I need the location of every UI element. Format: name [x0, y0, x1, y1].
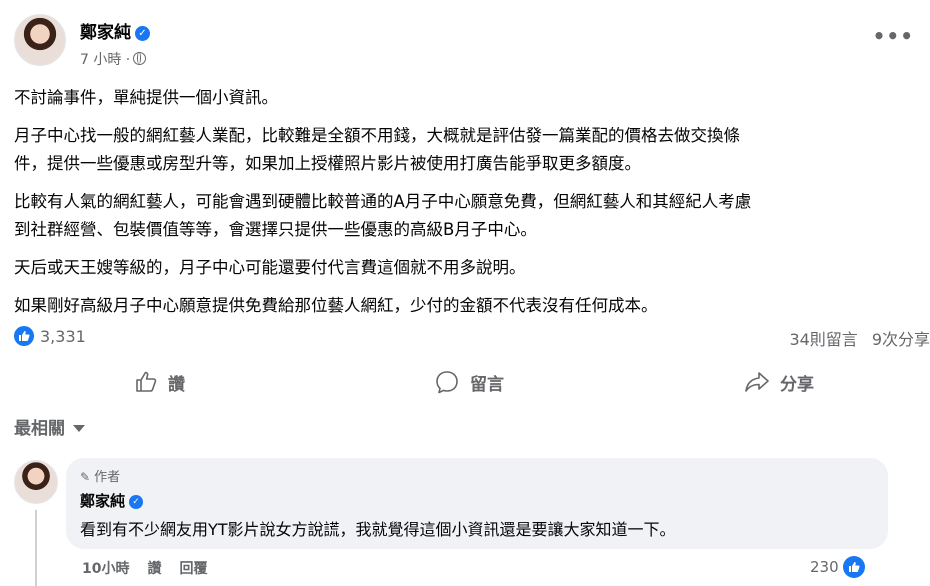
- pencil-icon: ✎: [80, 470, 91, 484]
- post-line: 月子中心找一般的網紅藝人業配，比較難是全額不用錢，大概就是評估發一篇業配的價格去…: [14, 126, 740, 145]
- like-button[interactable]: 讚: [134, 362, 185, 402]
- post-line: 比較有人氣的網紅藝人，可能會遇到硬體比較普通的A月子中心願意免費，但網紅藝人和其…: [14, 192, 752, 211]
- post-line: 天后或天王嫂等級的，月子中心可能還要付代言費這個就不用多說明。: [14, 258, 526, 277]
- share-icon: [745, 372, 769, 392]
- post-meta: 7 小時 ·: [80, 49, 147, 69]
- comment-reactions[interactable]: 230: [810, 556, 865, 578]
- author-tag: ✎ 作者: [80, 466, 874, 485]
- post-line: 件，提供一些優惠或房型升等，如果加上授權照片影片被使用打廣告能爭取更多額度。: [14, 154, 641, 173]
- author-name-text[interactable]: 鄭家純: [80, 23, 131, 43]
- like-icon[interactable]: [14, 326, 34, 346]
- post-header: 鄭家純 ✓ 7 小時 · •••: [14, 14, 914, 74]
- comment-button-label: 留言: [470, 374, 504, 395]
- thread-line: [35, 510, 37, 586]
- reactions-summary: 3,331 34則留言 9次分享: [14, 326, 930, 352]
- commenter-name-text[interactable]: 鄭家純: [80, 492, 125, 510]
- verified-badge-icon: ✓: [135, 26, 150, 41]
- post-line: 不討論事件，單純提供一個小資訊。: [14, 88, 278, 107]
- post-paragraph: 月子中心找一般的網紅藝人業配，比較難是全額不用錢，大概就是評估發一篇業配的價格去…: [14, 122, 929, 178]
- post-body: 不討論事件，單純提供一個小資訊。 月子中心找一般的網紅藝人業配，比較難是全額不用…: [14, 84, 929, 330]
- comment-text: 看到有不少網友用YT影片說女方說謊，我就覺得這個小資訊還是要讓大家知道一下。: [80, 520, 676, 539]
- thumbs-up-icon: [136, 371, 157, 392]
- author-tag-label: 作者: [94, 470, 121, 485]
- share-count[interactable]: 9次分享: [872, 330, 930, 349]
- author-name[interactable]: 鄭家純 ✓: [80, 18, 150, 43]
- post-paragraph: 比較有人氣的網紅藝人，可能會遇到硬體比較普通的A月子中心願意免費，但網紅藝人和其…: [14, 188, 929, 244]
- more-dots-icon[interactable]: •••: [873, 24, 914, 48]
- like-icon: [842, 556, 865, 578]
- comment-item: ✎ 作者 鄭家純 ✓ 看到有不少網友用YT影片說女方說謊，我就覺得這個小資訊還是要讓…: [14, 458, 914, 586]
- post-paragraph: 如果剛好高級月子中心願意提供免費給那位藝人網紅，少付的金額不代表沒有任何成本。: [14, 292, 929, 320]
- share-button[interactable]: 分享: [744, 362, 814, 402]
- verified-badge-icon: ✓: [129, 495, 144, 509]
- share-button-label: 分享: [780, 374, 814, 395]
- comment-count[interactable]: 34則留言: [789, 330, 857, 349]
- action-bar: 讚 留言 分享: [14, 362, 914, 402]
- author-avatar[interactable]: [14, 14, 66, 66]
- comment-bubble: ✎ 作者 鄭家純 ✓ 看到有不少網友用YT影片說女方說謊，我就覺得這個小資訊還是要讓…: [66, 458, 888, 549]
- comment-like-count: 230: [810, 558, 839, 576]
- comment-like-button[interactable]: 讚: [147, 561, 161, 577]
- post-line: 如果剛好高級月子中心願意提供免費給那位藝人網紅，少付的金額不代表沒有任何成本。: [14, 296, 658, 315]
- post-time[interactable]: 7 小時 ·: [80, 52, 130, 68]
- comment-button[interactable]: 留言: [434, 362, 504, 402]
- post-line: 到社群經營、包裝價值等等，會選擇只提供一些優惠的高級B月子中心。: [14, 220, 537, 239]
- sort-label: 最相關: [14, 419, 65, 439]
- like-button-label: 讚: [168, 374, 185, 395]
- engagement-counts: 34則留言 9次分享: [775, 326, 930, 350]
- comment-actions: 10小時 讚 回覆: [82, 558, 225, 578]
- commenter-name[interactable]: 鄭家純 ✓: [80, 490, 874, 511]
- comment-time[interactable]: 10小時: [82, 561, 129, 577]
- comment-icon: [436, 371, 458, 394]
- post-paragraph: 不討論事件，單純提供一個小資訊。: [14, 84, 929, 112]
- commenter-avatar[interactable]: [14, 460, 58, 504]
- comment-reply-button[interactable]: 回覆: [179, 561, 207, 577]
- globe-icon: [133, 52, 147, 65]
- caret-down-icon: [73, 425, 85, 432]
- reaction-count[interactable]: 3,331: [40, 327, 86, 346]
- comment-sort-dropdown[interactable]: 最相關: [14, 414, 85, 439]
- post-paragraph: 天后或天王嫂等級的，月子中心可能還要付代言費這個就不用多說明。: [14, 254, 929, 282]
